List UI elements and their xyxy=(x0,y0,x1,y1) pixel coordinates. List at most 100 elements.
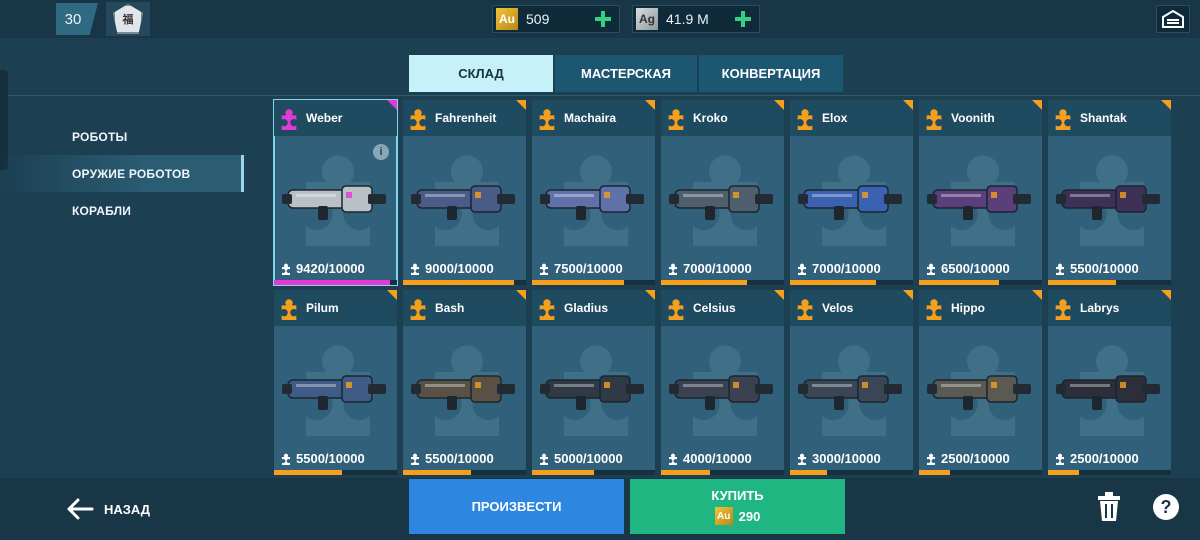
emblem-glyph: 福 xyxy=(122,14,134,26)
add-silver-button[interactable] xyxy=(731,7,755,31)
buy-button[interactable]: КУПИТЬ Au 290 xyxy=(630,479,845,534)
info-icon[interactable]: i xyxy=(373,144,389,160)
part-count: 7000/10000 xyxy=(667,261,752,276)
weapon-part-card[interactable]: Machaira 7500/10000 xyxy=(532,100,655,285)
puzzle-piece-icon xyxy=(926,299,942,320)
progress-bar xyxy=(403,280,526,285)
player-level-badge[interactable]: 30 xyxy=(56,3,98,35)
puzzle-piece-icon xyxy=(669,263,677,275)
weapon-part-card[interactable]: Bash 5500/10000 xyxy=(403,290,526,475)
part-name: Elox xyxy=(822,111,848,125)
gold-icon: Au xyxy=(714,507,733,525)
puzzle-piece-icon xyxy=(1055,299,1071,320)
part-header: Celsius xyxy=(661,290,784,326)
weapon-image xyxy=(1056,375,1160,410)
weapon-image xyxy=(1056,185,1160,220)
progress-fill xyxy=(274,280,390,285)
part-count-value: 5500/10000 xyxy=(1070,261,1139,276)
part-count: 7500/10000 xyxy=(538,261,623,276)
progress-fill xyxy=(403,280,514,285)
nav-robot-weapons[interactable]: ОРУЖИЕ РОБОТОВ xyxy=(0,155,244,192)
weapon-part-card[interactable]: Fahrenheit 9000/10000 xyxy=(403,100,526,285)
tab-label: МАСТЕРСКАЯ xyxy=(581,66,671,81)
progress-bar xyxy=(1048,280,1171,285)
progress-bar xyxy=(790,470,913,475)
clan-emblem[interactable]: 福 xyxy=(106,2,150,36)
progress-bar xyxy=(661,280,784,285)
add-gold-button[interactable] xyxy=(591,7,615,31)
weapon-image xyxy=(798,375,902,410)
rarity-corner xyxy=(1032,100,1042,110)
weapon-part-card[interactable]: Shantak 5500/10000 xyxy=(1048,100,1171,285)
weapon-image xyxy=(540,375,644,410)
trash-icon xyxy=(1098,492,1120,521)
part-count-value: 2500/10000 xyxy=(1070,451,1139,466)
puzzle-piece-icon xyxy=(1055,109,1071,130)
puzzle-piece-icon xyxy=(927,453,935,465)
puzzle-piece-icon xyxy=(1056,453,1064,465)
weapon-part-card[interactable]: Labrys 2500/10000 xyxy=(1048,290,1171,475)
nav-ships[interactable]: КОРАБЛИ xyxy=(0,192,244,229)
part-name: Machaira xyxy=(564,111,617,125)
weapon-parts-grid: Weber i 9420/10000 Fahrenheit 9000/10000… xyxy=(273,99,1174,475)
progress-fill xyxy=(532,470,594,475)
part-count: 4000/10000 xyxy=(667,451,752,466)
puzzle-piece-icon xyxy=(1056,263,1064,275)
weapon-part-card[interactable]: Velos 3000/10000 xyxy=(790,290,913,475)
rarity-corner xyxy=(1161,290,1171,300)
part-header: Weber xyxy=(274,100,397,136)
rarity-corner xyxy=(903,290,913,300)
help-button[interactable]: ? xyxy=(1153,494,1179,520)
puzzle-piece-icon xyxy=(668,109,684,130)
tab-label: СКЛАД xyxy=(458,66,504,81)
tab-workshop[interactable]: МАСТЕРСКАЯ xyxy=(555,55,697,92)
nav-robots[interactable]: РОБОТЫ xyxy=(0,118,244,155)
progress-fill xyxy=(790,470,827,475)
part-name: Voonith xyxy=(951,111,995,125)
progress-fill xyxy=(1048,470,1079,475)
player-level: 30 xyxy=(64,10,82,28)
tab-conversion[interactable]: КОНВЕРТАЦИЯ xyxy=(699,55,843,92)
part-header: Machaira xyxy=(532,100,655,136)
part-count-value: 5500/10000 xyxy=(296,451,365,466)
buy-label: КУПИТЬ xyxy=(711,488,764,503)
tab-warehouse[interactable]: СКЛАД xyxy=(409,55,553,92)
progress-bar xyxy=(274,470,397,475)
weapon-part-card[interactable]: Elox 7000/10000 xyxy=(790,100,913,285)
rarity-corner xyxy=(387,290,397,300)
rarity-corner xyxy=(645,290,655,300)
part-count-value: 7500/10000 xyxy=(554,261,623,276)
weapon-part-card[interactable]: Pilum 5500/10000 xyxy=(274,290,397,475)
part-count: 9420/10000 xyxy=(280,261,365,276)
part-count-value: 9000/10000 xyxy=(425,261,494,276)
rarity-corner xyxy=(516,100,526,110)
weapon-part-card[interactable]: Weber i 9420/10000 xyxy=(273,99,398,286)
tab-label: КОНВЕРТАЦИЯ xyxy=(721,66,821,81)
gold-currency: Au 509 xyxy=(492,5,620,33)
puzzle-piece-icon xyxy=(281,299,297,320)
delete-button[interactable] xyxy=(1096,492,1122,522)
weapon-part-card[interactable]: Voonith 6500/10000 xyxy=(919,100,1042,285)
weapon-part-card[interactable]: Hippo 2500/10000 xyxy=(919,290,1042,475)
weapon-image xyxy=(411,375,515,410)
plus-icon xyxy=(595,11,611,27)
weapon-part-card[interactable]: Gladius 5000/10000 xyxy=(532,290,655,475)
hangar-button[interactable] xyxy=(1156,5,1190,33)
weapon-part-card[interactable]: Celsius 4000/10000 xyxy=(661,290,784,475)
progress-bar xyxy=(790,280,913,285)
puzzle-piece-icon xyxy=(282,263,290,275)
part-count: 2500/10000 xyxy=(1054,451,1139,466)
part-count: 5500/10000 xyxy=(1054,261,1139,276)
weapon-image xyxy=(282,375,386,410)
rarity-corner xyxy=(774,100,784,110)
part-header: Hippo xyxy=(919,290,1042,326)
buy-price: Au 290 xyxy=(714,507,760,525)
back-button[interactable]: НАЗАД xyxy=(66,495,150,523)
part-name: Pilum xyxy=(306,301,339,315)
part-count-value: 3000/10000 xyxy=(812,451,881,466)
weapon-part-card[interactable]: Kroko 7000/10000 xyxy=(661,100,784,285)
part-header: Voonith xyxy=(919,100,1042,136)
part-name: Weber xyxy=(306,111,343,125)
produce-button[interactable]: ПРОИЗВЕСТИ xyxy=(409,479,624,534)
weapon-image xyxy=(411,185,515,220)
